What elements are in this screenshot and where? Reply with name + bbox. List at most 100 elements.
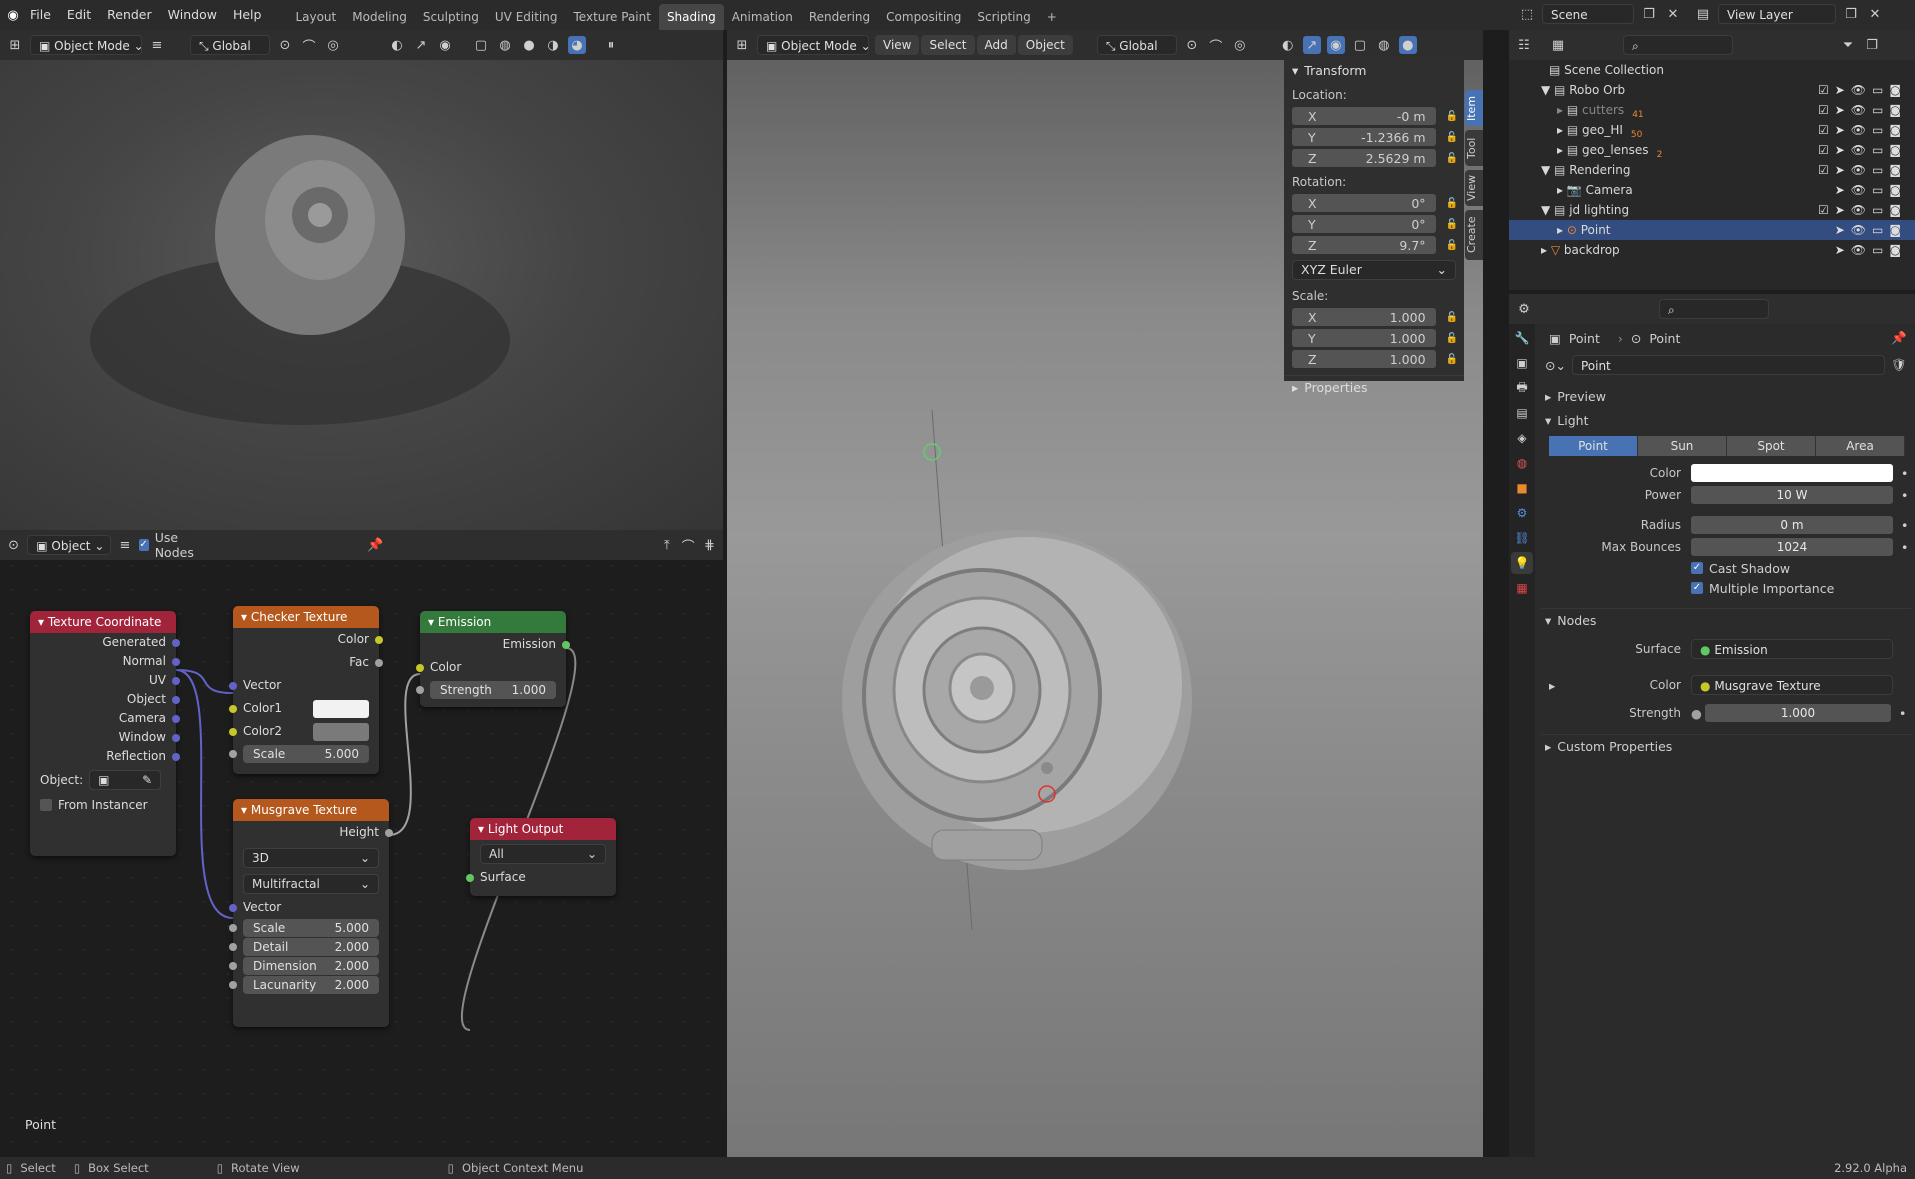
light-type-area[interactable]: Area [1816, 436, 1905, 456]
cast-shadow-checkbox[interactable]: ✓ [1691, 562, 1703, 574]
n-tab-item[interactable]: Item [1465, 90, 1483, 126]
n-tab-view[interactable]: View [1465, 170, 1483, 206]
from-instancer-checkbox[interactable] [40, 799, 52, 811]
radius-field[interactable]: 0 m [1691, 516, 1893, 534]
menu-window[interactable]: Window [160, 4, 225, 26]
fake-user-icon[interactable]: 🛡 [1891, 357, 1907, 373]
workspace-tab-compositing[interactable]: Compositing [878, 4, 969, 30]
light-color-swatch[interactable] [1691, 464, 1893, 482]
socket[interactable] [466, 874, 474, 882]
xray-icon[interactable]: ▢ [1351, 36, 1369, 54]
add-workspace-button[interactable]: + [1039, 4, 1065, 30]
camera-render-icon[interactable]: ◙ [1889, 163, 1907, 177]
scale-field[interactable]: Scale 5.000 [243, 745, 369, 763]
viewport-menu-view[interactable]: View [875, 35, 920, 55]
camera-render-icon[interactable]: ◙ [1889, 243, 1907, 257]
color2-swatch[interactable] [313, 722, 369, 741]
monitor-icon[interactable]: ▭ [1872, 143, 1889, 157]
new-view-layer-icon[interactable]: ❐ [1842, 5, 1860, 23]
scene-field[interactable]: Scene [1542, 4, 1634, 24]
eye-icon[interactable]: 👁 [1851, 103, 1872, 117]
visibility-icon[interactable]: ◐ [1279, 36, 1297, 54]
outliner-scene-collection[interactable]: ▤ Scene Collection [1509, 60, 1915, 80]
lock-icon[interactable]: 🔓 [1446, 198, 1458, 209]
outliner-row-camera[interactable]: ▸ 📷 Camera ➤👁▭◙ [1509, 180, 1915, 200]
monitor-icon[interactable]: ▭ [1872, 103, 1889, 117]
socket[interactable] [172, 658, 180, 666]
main-viewport[interactable]: ⊞ ▣ Object Mode ⌄ View Select Add Object ⤡ … [727, 30, 1483, 1157]
checkbox-icon[interactable]: ☑ [1818, 123, 1835, 137]
socket[interactable] [229, 728, 237, 736]
checkbox-icon[interactable]: ☑ [1818, 103, 1835, 117]
preview-panel-header[interactable]: ▸ Preview [1541, 384, 1911, 408]
outliner-row-backdrop[interactable]: ▸ ▽ backdrop ➤👁▭◙ [1509, 240, 1915, 260]
workspace-tab-rendering[interactable]: Rendering [801, 4, 878, 30]
lock-icon[interactable]: 🔓 [1446, 312, 1458, 323]
tool-tab-icon[interactable]: 🔧 [1511, 327, 1533, 349]
monitor-icon[interactable]: ▭ [1872, 183, 1889, 197]
new-collection-icon[interactable]: ❐ [1863, 36, 1881, 54]
socket[interactable] [229, 705, 237, 713]
workspace-tab-modeling[interactable]: Modeling [344, 4, 415, 30]
camera-render-icon[interactable]: ◙ [1889, 143, 1907, 157]
eye-icon[interactable]: 👁 [1851, 123, 1872, 137]
socket[interactable] [172, 734, 180, 742]
mode-dropdown[interactable]: ▣ Object Mode ⌄ [757, 35, 871, 55]
detail-field[interactable]: Detail 2.000 [243, 938, 379, 956]
camera-render-icon[interactable]: ◙ [1889, 223, 1907, 237]
surface-link-field[interactable]: ● Emission [1691, 639, 1893, 659]
overlay-icon[interactable]: ◉ [1326, 36, 1345, 54]
socket[interactable] [229, 904, 237, 912]
select-arrow-icon[interactable]: ➤ [1835, 143, 1851, 157]
node-editor[interactable]: ⊙ ▣ Object ⌄ ≡ ✓ Use Nodes 📌 ⤒ ⌒ ⋕ ▾ Tex… [0, 530, 723, 1157]
lock-icon[interactable]: 🔓 [1446, 132, 1458, 143]
select-arrow-icon[interactable]: ➤ [1835, 223, 1851, 237]
select-arrow-icon[interactable]: ➤ [1835, 103, 1851, 117]
properties-search[interactable]: ⌕ [1659, 299, 1769, 319]
scl-x-field[interactable]: X 1.000 [1292, 308, 1436, 326]
menu-help[interactable]: Help [225, 4, 270, 26]
monitor-icon[interactable]: ▭ [1872, 123, 1889, 137]
outliner-row-robo-orb[interactable]: ▼ ▤ Robo Orb ☑➤👁▭◙ [1509, 80, 1915, 100]
socket[interactable] [229, 750, 237, 758]
viewport-menu-object[interactable]: Object [1017, 35, 1073, 55]
orientation-dropdown[interactable]: ⤡ Global [1096, 35, 1177, 55]
target-dropdown[interactable]: All ⌄ [480, 844, 606, 864]
lacunarity-field[interactable]: Lacunarity 2.000 [243, 976, 379, 994]
close-icon[interactable]: ✕ [1866, 5, 1884, 23]
workspace-tab-shading[interactable]: Shading [658, 4, 724, 30]
blender-logo-icon[interactable]: ◉ [4, 6, 22, 24]
dimension-field[interactable]: Dimension 2.000 [243, 957, 379, 975]
select-arrow-icon[interactable]: ➤ [1835, 163, 1851, 177]
expand-arrow-icon[interactable]: ▸ [1557, 183, 1567, 197]
socket[interactable] [229, 981, 237, 989]
eye-icon[interactable]: 👁 [1851, 243, 1872, 257]
lock-icon[interactable]: 🔓 [1446, 111, 1458, 122]
expand-arrow-icon[interactable]: ▸ [1557, 143, 1567, 157]
power-field[interactable]: 10 W [1691, 486, 1893, 504]
musgrave-type-dropdown[interactable]: Multifractal ⌄ [243, 874, 379, 894]
texture-coordinate-node[interactable]: ▾ Texture Coordinate Generated Normal UV Ob… [30, 611, 180, 856]
rot-x-field[interactable]: X 0° [1292, 194, 1436, 212]
wireframe-shading-icon[interactable]: ◍ [1375, 36, 1393, 54]
workspace-tab-layout[interactable]: Layout [287, 4, 344, 30]
editor-type-icon[interactable]: ☷ [1515, 36, 1533, 54]
filter-icon[interactable]: ⏷ [1839, 36, 1857, 54]
outliner-row-point[interactable]: ▸ ⊙ Point ➤👁▭◙ [1509, 220, 1915, 240]
view-layer-field[interactable]: View Layer [1718, 4, 1836, 24]
datablock-field[interactable]: Point [1571, 355, 1886, 375]
workspace-tab-texture-paint[interactable]: Texture Paint [566, 4, 659, 30]
light-type-point[interactable]: Point [1549, 436, 1638, 456]
object-picker[interactable]: ▣ ✎ [89, 770, 162, 790]
outliner-row-rendering[interactable]: ▼ ▤ Rendering ☑➤👁▭◙ [1509, 160, 1915, 180]
checkbox-icon[interactable]: ☑ [1818, 143, 1835, 157]
expand-arrow-icon[interactable]: ▸ [1541, 678, 1561, 693]
eye-icon[interactable]: 👁 [1851, 223, 1872, 237]
eye-icon[interactable]: 👁 [1851, 163, 1872, 177]
socket[interactable] [416, 664, 424, 672]
eye-icon[interactable]: 👁 [1851, 183, 1872, 197]
multiple-importance-checkbox[interactable]: ✓ [1691, 582, 1703, 594]
select-arrow-icon[interactable]: ➤ [1835, 123, 1851, 137]
expand-arrow-icon[interactable]: ▼ [1541, 203, 1554, 217]
properties-panel-header[interactable]: ▸ Properties [1284, 375, 1464, 399]
